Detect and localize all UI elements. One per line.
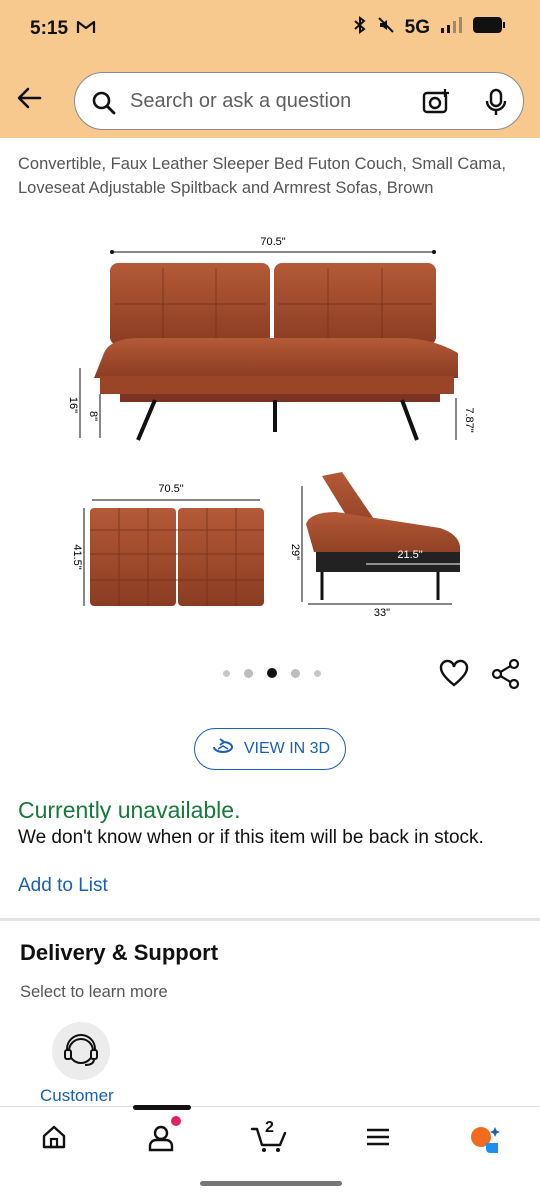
dim-leg-height: 8" — [87, 411, 99, 421]
stock-note: We don't know when or if this item will … — [18, 827, 484, 848]
nav-active-indicator — [133, 1105, 191, 1110]
mic-icon[interactable] — [483, 87, 509, 122]
nav-home[interactable] — [40, 1123, 68, 1156]
dim-bed-length: 41.5" — [71, 544, 83, 569]
bluetooth-icon — [353, 16, 367, 40]
share-icon — [491, 658, 520, 690]
camera-icon[interactable] — [421, 87, 451, 122]
back-button[interactable] — [14, 82, 46, 114]
section-divider — [0, 918, 540, 921]
status-bar: 5:15 5G — [0, 0, 540, 60]
home-icon — [42, 1125, 66, 1149]
carousel-dot[interactable] — [223, 669, 230, 677]
carousel-dot[interactable] — [244, 668, 253, 678]
delivery-support-heading: Delivery & Support — [20, 940, 219, 965]
search-placeholder: Search or ask a question — [130, 90, 352, 112]
nav-profile[interactable] — [146, 1123, 176, 1158]
nav-ai-assistant[interactable] — [468, 1123, 504, 1160]
status-icons: 5G — [353, 16, 506, 40]
menu-icon — [367, 1128, 389, 1146]
carousel-dot[interactable] — [314, 669, 321, 677]
headset-icon — [64, 1034, 98, 1066]
carousel-dot[interactable] — [291, 668, 300, 678]
status-time: 5:15 — [30, 18, 69, 39]
dim-clearance: 7.87" — [463, 407, 475, 432]
carousel-dots[interactable] — [223, 668, 321, 678]
search-input[interactable]: Search or ask a question — [74, 72, 524, 130]
system-home-indicator[interactable] — [200, 1181, 342, 1186]
customer-service-button[interactable] — [52, 1022, 110, 1080]
nav-menu[interactable] — [364, 1123, 392, 1156]
add-to-list-link[interactable]: Add to List — [18, 875, 108, 897]
dim-bed-width: 70.5" — [158, 483, 183, 495]
view-in-3d-label: VIEW IN 3D — [243, 740, 331, 757]
product-title: Convertible, Faux Leather Sleeper Bed Fu… — [18, 155, 506, 197]
dim-seat-depth: 21.5" — [397, 549, 422, 561]
delivery-support-subtitle: Select to learn more — [20, 983, 168, 1001]
carousel-dot-active[interactable] — [267, 668, 277, 678]
back-arrow-icon — [17, 87, 42, 109]
search-icon — [91, 90, 117, 121]
mute-icon — [377, 16, 395, 40]
network-label: 5G — [404, 17, 430, 38]
product-image[interactable]: 70.5" 16" 8" 7.87" 70.5" 41.5" 29" 21.5"… — [60, 228, 480, 628]
view-in-3d-button[interactable]: VIEW IN 3D — [194, 728, 346, 770]
ai-assistant-icon — [471, 1127, 500, 1153]
signal-icon — [440, 16, 462, 40]
dim-side-height: 29" — [289, 544, 301, 560]
3d-rotate-icon — [210, 737, 236, 761]
battery-icon — [472, 16, 506, 40]
share-button[interactable] — [490, 658, 522, 695]
profile-icon — [148, 1125, 174, 1152]
dim-side-depth: 33" — [374, 607, 390, 619]
dim-height-seat: 16" — [67, 397, 79, 413]
profile-notification-dot — [171, 1116, 181, 1126]
availability-status: Currently unavailable. — [18, 797, 241, 823]
dim-width-top: 70.5" — [260, 236, 285, 248]
customer-service-label[interactable]: Customer — [40, 1086, 114, 1106]
wishlist-button[interactable] — [438, 658, 470, 695]
cart-count-badge: 2 — [265, 1119, 274, 1136]
search-header: Search or ask a question — [0, 60, 540, 138]
gmail-icon — [76, 19, 96, 40]
heart-icon — [439, 659, 469, 687]
